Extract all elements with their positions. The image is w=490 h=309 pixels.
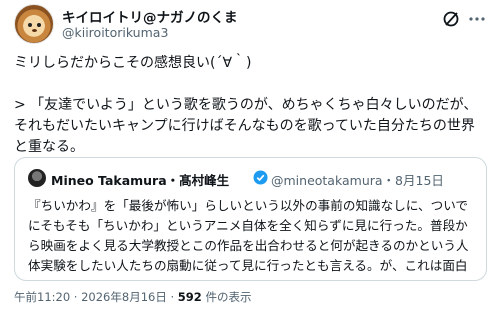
post-text-line: と重なる。 bbox=[14, 139, 84, 155]
quoted-post[interactable]: Mineo Takamura・髙村峰生 @mineotakamura・8月15日… bbox=[14, 157, 487, 281]
avatar-nose bbox=[32, 29, 37, 32]
post-metadata: 午前11:20 · 2026年8月16日 · 592 件の表示 bbox=[14, 289, 251, 305]
quoted-author-avatar bbox=[28, 169, 46, 187]
author-display-name[interactable]: キイロイトリ@ナガノのくま bbox=[62, 6, 238, 26]
avatar-eye bbox=[37, 23, 41, 27]
author-handle[interactable]: @kiiroitorikuma3 bbox=[62, 25, 168, 40]
more-icon[interactable] bbox=[468, 10, 486, 28]
quoted-author-name: Mineo Takamura・髙村峰生 bbox=[51, 173, 230, 188]
grok-icon[interactable] bbox=[442, 10, 460, 28]
quoted-author-handle-time: @mineotakamura・8月15日 bbox=[271, 173, 444, 188]
author-avatar[interactable] bbox=[14, 4, 54, 44]
view-count-label: 件の表示 bbox=[201, 290, 252, 304]
quoted-text-line: ら映画をよく見る大学教授とこの作品を出合わせると何が起きるのかという人 bbox=[28, 238, 469, 253]
view-count: 592 bbox=[177, 290, 202, 304]
quoted-text-line: 『ちいかわ』を「最後が怖い」らしいという以外の事前の知識なしに、ついで bbox=[28, 198, 469, 213]
avatar-eye bbox=[28, 23, 32, 27]
post-text-line: それもだいたいキャンプに行けばそんなものを歌っていた自分たちの世界 bbox=[14, 118, 475, 134]
post-text-line: ミリしらだからこその感想良い(´∀｀) bbox=[14, 55, 252, 71]
post-text-line: > 「友達でいよう」という歌を歌うのが、めちゃくちゃ白々しいのだが、 bbox=[14, 97, 478, 113]
quoted-text-line: にそもそも「ちいかわ」というアニメ自体を全く知らずに見に行った。普段か bbox=[28, 218, 468, 233]
post-timestamp[interactable]: 午前11:20 · 2026年8月16日 · bbox=[14, 290, 178, 304]
quoted-text-line: 体実験をしたい人たちの扇動に従って見に行ったとも言える。が、これは面白 bbox=[28, 258, 468, 273]
verified-badge-icon bbox=[253, 170, 268, 185]
